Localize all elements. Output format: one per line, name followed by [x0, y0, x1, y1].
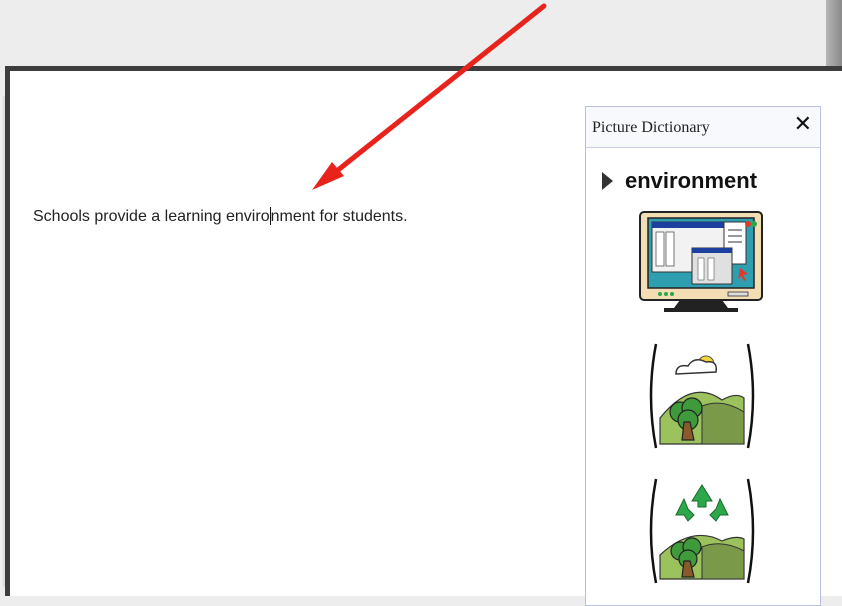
- recycle-tree-icon[interactable]: [642, 475, 762, 587]
- dictionary-word: environment: [625, 168, 758, 193]
- text-after-caret: nment for students.: [270, 208, 408, 225]
- document-text[interactable]: Schools provide a learning environment f…: [33, 207, 408, 226]
- picture-dictionary-panel: Picture Dictionary ✕ environment: [585, 106, 821, 606]
- dictionary-entry[interactable]: environment: [602, 167, 757, 195]
- computer-monitor-icon[interactable]: [636, 210, 766, 320]
- window-left-edge: [0, 96, 5, 587]
- picture-dictionary-title: Picture Dictionary: [592, 119, 710, 136]
- triangle-right-icon[interactable]: [602, 172, 613, 190]
- picture-dictionary-header: Picture Dictionary ✕: [586, 107, 820, 148]
- close-icon[interactable]: ✕: [794, 112, 812, 137]
- text-before-caret: Schools provide a learning enviro: [33, 208, 270, 225]
- landscape-sun-tree-icon[interactable]: [642, 340, 762, 452]
